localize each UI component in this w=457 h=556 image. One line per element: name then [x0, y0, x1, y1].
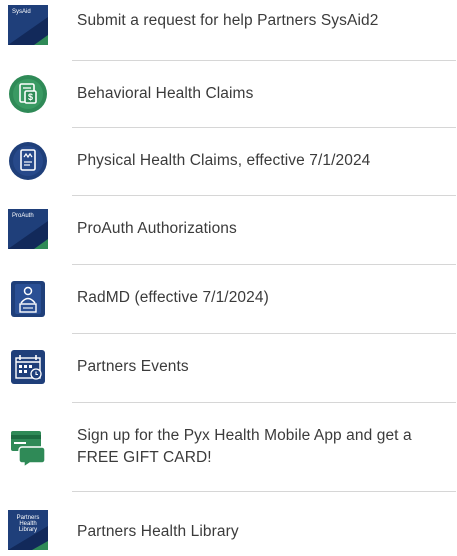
- radmd-icon: [8, 279, 48, 319]
- list-item-sysaid[interactable]: SysAid Submit a request for help Partner…: [0, 0, 457, 54]
- sysaid-icon-text: SysAid: [12, 9, 31, 15]
- list-item-proauth[interactable]: ProAuth ProAuth Authorizations: [0, 196, 457, 264]
- proauth-icon: ProAuth: [8, 209, 48, 249]
- sysaid-icon: SysAid: [8, 5, 48, 45]
- proauth-icon-text: ProAuth: [12, 213, 34, 219]
- list-item-label: Physical Health Claims, effective 7/1/20…: [77, 152, 371, 169]
- list-item-label: RadMD (effective 7/1/2024): [77, 289, 269, 306]
- list-item-label: Partners Health Library: [77, 523, 239, 540]
- health-library-icon: Partners Health Library: [8, 510, 48, 550]
- behavioral-claims-icon: $: [8, 74, 48, 114]
- list-item-label: Submit a request for help Partners SysAi…: [77, 12, 379, 29]
- gift-card-chat-icon: [8, 427, 48, 467]
- calendar-icon: [8, 347, 48, 387]
- list-item-pyx-health[interactable]: Sign up for the Pyx Health Mobile App an…: [0, 403, 457, 491]
- list-item-label: ProAuth Authorizations: [77, 220, 237, 237]
- list-item-partners-health-library[interactable]: Partners Health Library Partners Health …: [0, 492, 457, 556]
- list-item-radmd[interactable]: RadMD (effective 7/1/2024): [0, 265, 457, 333]
- list-item-behavioral-health-claims[interactable]: $ Behavioral Health Claims: [0, 61, 457, 127]
- resource-link-list: SysAid Submit a request for help Partner…: [0, 0, 457, 556]
- list-item-partners-events[interactable]: Partners Events: [0, 334, 457, 402]
- list-item-label: Partners Events: [77, 358, 189, 375]
- health-library-icon-text-3: Library: [19, 527, 37, 533]
- list-item-label: Behavioral Health Claims: [77, 85, 254, 102]
- list-item-physical-health-claims[interactable]: Physical Health Claims, effective 7/1/20…: [0, 128, 457, 195]
- list-item-label: Sign up for the Pyx Health Mobile App an…: [77, 427, 412, 466]
- svg-text:$: $: [28, 92, 33, 102]
- physical-claims-icon: [8, 141, 48, 181]
